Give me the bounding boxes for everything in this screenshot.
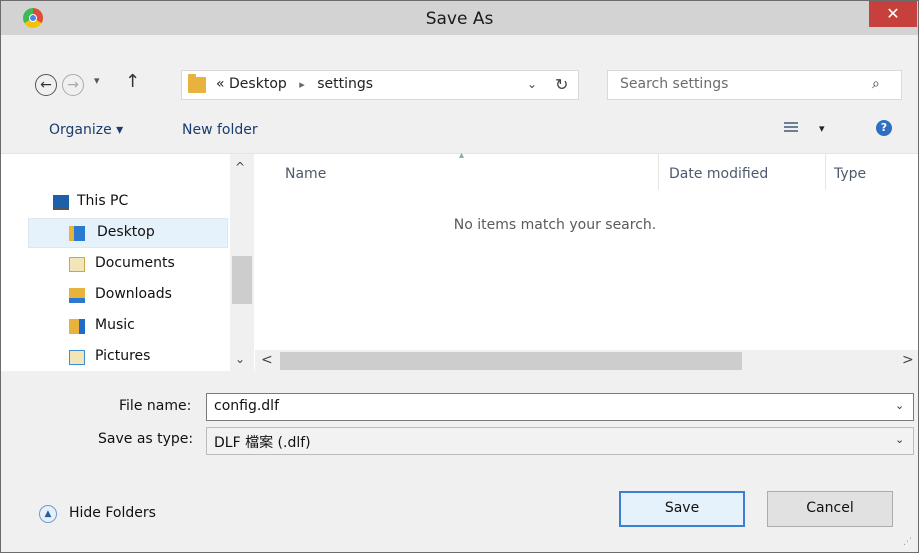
- new-folder-button[interactable]: New folder: [182, 122, 258, 138]
- search-box[interactable]: Search settings ⌕: [607, 70, 902, 100]
- column-header-type[interactable]: Type: [834, 166, 866, 182]
- horizontal-scrollbar[interactable]: < >: [255, 350, 918, 372]
- breadcrumb-separator-icon[interactable]: ▸: [299, 78, 305, 91]
- command-bar: Organize ▾ New folder: [1, 113, 918, 153]
- sidebar-item-label: Pictures: [95, 348, 151, 364]
- breadcrumb-item-settings[interactable]: settings: [317, 76, 373, 92]
- address-bar[interactable]: « Desktop ▸ settings ⌄ ↻: [181, 70, 579, 100]
- sidebar-item-label: Desktop: [97, 224, 155, 240]
- desktop-icon: [69, 226, 85, 241]
- chevron-down-icon[interactable]: ⌄: [895, 433, 904, 446]
- cancel-button[interactable]: Cancel: [767, 491, 893, 527]
- music-icon: [69, 319, 85, 334]
- resize-grip-icon[interactable]: ⋰: [903, 537, 912, 547]
- sidebar-item-music[interactable]: Music: [69, 312, 245, 342]
- hide-folders-label: Hide Folders: [69, 505, 156, 521]
- downloads-icon: [69, 288, 85, 303]
- sort-ascending-icon: ▴: [459, 150, 465, 161]
- sidebar-item-desktop[interactable]: Desktop: [28, 218, 228, 248]
- column-header-date-modified[interactable]: Date modified: [669, 166, 768, 182]
- breadcrumb-item-desktop[interactable]: Desktop: [229, 76, 287, 92]
- save-as-dialog: Save As ✕ ← → ▾ ↑ « Desktop ▸ settings ⌄…: [0, 0, 919, 553]
- address-dropdown-icon[interactable]: ⌄: [527, 77, 537, 91]
- file-name-value[interactable]: config.dlf: [214, 398, 279, 414]
- empty-message: No items match your search.: [453, 217, 657, 233]
- chevron-down-icon[interactable]: ⌄: [895, 399, 904, 412]
- window-title: Save As: [425, 9, 494, 29]
- back-button[interactable]: ←: [35, 74, 57, 96]
- navigation-bar: ← → ▾ ↑ « Desktop ▸ settings ⌄ ↻ Search …: [1, 35, 918, 113]
- scroll-right-icon[interactable]: >: [902, 352, 914, 368]
- save-form: File name: config.dlf ⌄ Save as type: DL…: [1, 371, 918, 552]
- computer-icon: [53, 195, 69, 210]
- sidebar-item-this-pc[interactable]: This PC: [53, 188, 229, 218]
- scroll-left-icon[interactable]: <: [261, 352, 273, 368]
- sidebar-item-documents[interactable]: Documents: [69, 250, 245, 280]
- folder-icon: [188, 74, 206, 93]
- sidebar-item-pictures[interactable]: Pictures: [69, 343, 245, 373]
- organize-button[interactable]: Organize ▾: [49, 122, 123, 138]
- sidebar-item-label: Downloads: [95, 286, 172, 302]
- browser-content: This PC Desktop Documents Downloads Musi…: [1, 150, 918, 372]
- search-input[interactable]: Search settings: [620, 76, 728, 92]
- help-icon[interactable]: ?: [876, 120, 892, 136]
- scrollbar-thumb[interactable]: [232, 256, 252, 304]
- view-dropdown-icon[interactable]: ▾: [819, 122, 825, 135]
- refresh-icon[interactable]: ↻: [555, 75, 568, 94]
- column-divider[interactable]: [658, 154, 659, 190]
- scroll-down-icon[interactable]: ⌄: [235, 352, 245, 366]
- collapse-icon: ▲: [39, 505, 57, 523]
- save-as-type-label: Save as type:: [98, 431, 194, 447]
- title-bar: Save As ✕: [1, 1, 918, 35]
- search-icon[interactable]: ⌕: [872, 76, 880, 92]
- sidebar-item-downloads[interactable]: Downloads: [69, 281, 245, 311]
- scroll-up-icon[interactable]: ^: [235, 160, 245, 174]
- save-as-type-value[interactable]: DLF 檔案 (.dlf): [214, 432, 311, 452]
- file-name-field[interactable]: config.dlf ⌄: [206, 393, 914, 421]
- breadcrumb-overflow-icon[interactable]: «: [216, 76, 225, 92]
- navigation-pane: This PC Desktop Documents Downloads Musi…: [1, 154, 255, 372]
- file-name-label: File name:: [119, 398, 192, 414]
- save-button[interactable]: Save: [619, 491, 745, 527]
- close-button[interactable]: ✕: [869, 1, 917, 27]
- column-header-name[interactable]: Name: [285, 166, 326, 182]
- view-options-icon[interactable]: [784, 122, 798, 134]
- scrollbar-thumb[interactable]: [280, 352, 742, 370]
- recent-locations-icon[interactable]: ▾: [94, 74, 100, 87]
- sidebar-item-label: This PC: [77, 193, 129, 209]
- column-divider[interactable]: [825, 154, 826, 190]
- up-folder-button[interactable]: ↑: [125, 71, 140, 92]
- breadcrumb: « Desktop ▸ settings: [216, 76, 373, 92]
- documents-icon: [69, 257, 85, 272]
- navigation-scrollbar[interactable]: ^ ⌄: [230, 154, 254, 372]
- save-as-type-select[interactable]: DLF 檔案 (.dlf) ⌄: [206, 427, 914, 455]
- pictures-icon: [69, 350, 85, 365]
- forward-button[interactable]: →: [62, 74, 84, 96]
- file-list: ▴ Name Date modified Type No items match…: [255, 150, 918, 372]
- sidebar-item-label: Music: [95, 317, 135, 333]
- sidebar-item-label: Documents: [95, 255, 175, 271]
